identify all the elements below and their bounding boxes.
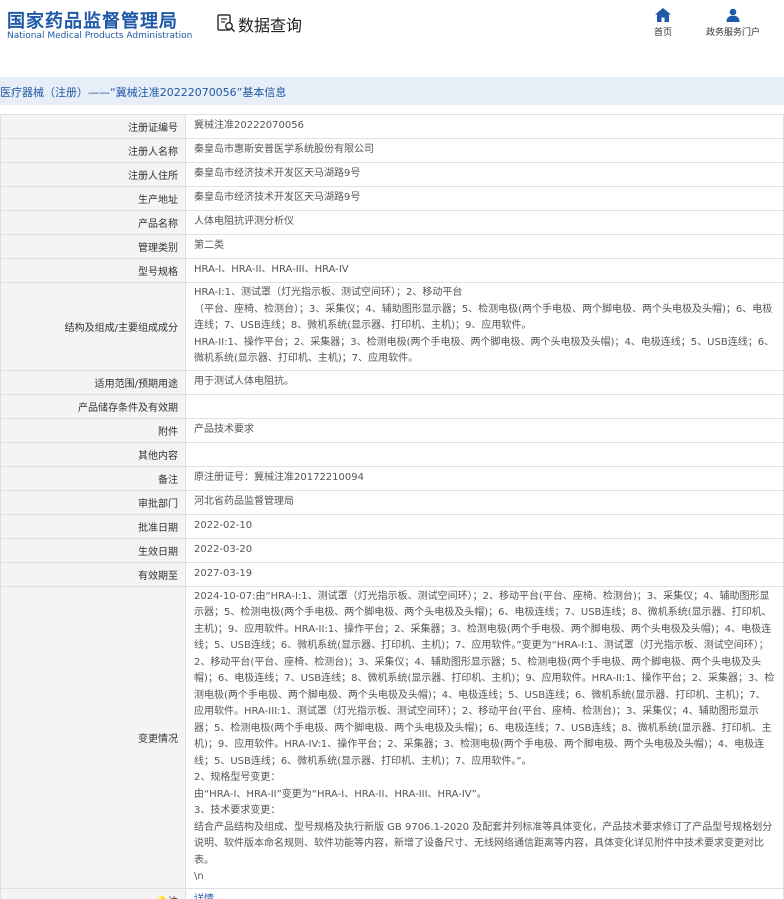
nav-gov-service[interactable]: 政务服务门户 bbox=[703, 8, 763, 38]
field-label: 产品名称 bbox=[0, 210, 186, 235]
field-value bbox=[185, 441, 784, 467]
field-label: 注册人名称 bbox=[0, 138, 186, 163]
field-value: 2027-03-19 bbox=[185, 561, 784, 587]
site-header: 国家药品监督管理局 National Medical Products Admi… bbox=[0, 0, 784, 62]
note-label-cell: 💡注 bbox=[0, 887, 186, 899]
field-label: 结构及组成/主要组成成分 bbox=[0, 282, 186, 371]
user-icon bbox=[726, 8, 740, 22]
field-label: 注册人住所 bbox=[0, 162, 186, 187]
field-value: 秦皇岛市经济技术开发区天马湖路9号 bbox=[185, 162, 784, 187]
field-label: 适用范围/预期用途 bbox=[0, 369, 186, 395]
detail-row: 批准日期 2022-02-10 bbox=[0, 513, 784, 539]
detail-row: 结构及组成/主要组成成分 HRA-I:1、测试罩（灯光指示板、测试空间环）；2、… bbox=[0, 282, 784, 371]
data-query-icon bbox=[217, 14, 236, 33]
detail-row: 产品名称 人体电阻抗评测分析仪 bbox=[0, 210, 784, 235]
nav-home-label: 首页 bbox=[653, 28, 672, 38]
field-label: 其他内容 bbox=[0, 441, 186, 467]
field-value: 原注册证号：冀械注准20172210094 bbox=[185, 465, 784, 491]
detail-row: 生产地址 秦皇岛市经济技术开发区天马湖路9号 bbox=[0, 186, 784, 211]
site-logo-title[interactable]: 国家药品监督管理局 bbox=[7, 7, 178, 33]
site-logo-subtitle: National Medical Products Administration bbox=[7, 31, 193, 41]
field-value: 2022-02-10 bbox=[185, 513, 784, 539]
field-value: 第二类 bbox=[185, 234, 784, 259]
detail-row: 生效日期 2022-03-20 bbox=[0, 537, 784, 563]
field-value: 河北省药品监督管理局 bbox=[185, 489, 784, 515]
detail-row: 产品储存条件及有效期 bbox=[0, 393, 784, 419]
field-label: 产品储存条件及有效期 bbox=[0, 393, 186, 419]
detail-row: 管理类别 第二类 bbox=[0, 234, 784, 259]
field-value: 秦皇岛市经济技术开发区天马湖路9号 bbox=[185, 186, 784, 211]
details-link[interactable]: 详情 bbox=[194, 894, 214, 899]
field-value: 2024-10-07:由“HRA-I:1、测试罩（灯光指示板、测试空间环）；2、… bbox=[185, 585, 784, 889]
field-label: 变更情况 bbox=[0, 585, 186, 889]
field-value: 2022-03-20 bbox=[185, 537, 784, 563]
detail-row: 附件 产品技术要求 bbox=[0, 417, 784, 443]
detail-row: 备注 原注册证号：冀械注准20172210094 bbox=[0, 465, 784, 491]
field-label: 生产地址 bbox=[0, 186, 186, 211]
field-label: 注册证编号 bbox=[0, 114, 186, 139]
field-value: 详情 bbox=[185, 887, 784, 899]
detail-row: 注册人名称 秦皇岛市惠斯安普医学系统股份有限公司 bbox=[0, 138, 784, 163]
field-label: 管理类别 bbox=[0, 234, 186, 259]
field-value: HRA-I、HRA-II、HRA-III、HRA-IV bbox=[185, 258, 784, 283]
detail-table: 注册证编号 冀械注准20222070056 注册人名称 秦皇岛市惠斯安普医学系统… bbox=[0, 114, 784, 899]
data-query-title: 数据查询 bbox=[238, 16, 303, 35]
detail-row: 💡注 详情 bbox=[0, 887, 784, 899]
field-value: 产品技术要求 bbox=[185, 417, 784, 443]
field-label: 附件 bbox=[0, 417, 186, 443]
field-label: 审批部门 bbox=[0, 489, 186, 515]
nav-gov-service-label: 政务服务门户 bbox=[705, 28, 760, 38]
detail-row: 有效期至 2027-03-19 bbox=[0, 561, 784, 587]
field-value: 用于测试人体电阻抗。 bbox=[185, 369, 784, 395]
field-value: 人体电阻抗评测分析仪 bbox=[185, 210, 784, 235]
field-label: 生效日期 bbox=[0, 537, 186, 563]
nav-home[interactable]: 首页 bbox=[633, 8, 693, 38]
field-value: 冀械注准20222070056 bbox=[185, 114, 784, 139]
detail-row: 其他内容 bbox=[0, 441, 784, 467]
detail-row: 适用范围/预期用途 用于测试人体电阻抗。 bbox=[0, 369, 784, 395]
detail-row: 注册人住所 秦皇岛市经济技术开发区天马湖路9号 bbox=[0, 162, 784, 187]
field-value: HRA-I:1、测试罩（灯光指示板、测试空间环）；2、移动平台 （平台、座椅、检… bbox=[185, 282, 784, 371]
breadcrumb-bar: 医疗器械（注册）——“冀械注准20222070056”基本信息 bbox=[0, 77, 784, 105]
field-label: 备注 bbox=[0, 465, 186, 491]
detail-row: 审批部门 河北省药品监督管理局 bbox=[0, 489, 784, 515]
field-label: 型号规格 bbox=[0, 258, 186, 283]
home-icon bbox=[655, 8, 671, 22]
field-value: 秦皇岛市惠斯安普医学系统股份有限公司 bbox=[185, 138, 784, 163]
detail-row: 型号规格 HRA-I、HRA-II、HRA-III、HRA-IV bbox=[0, 258, 784, 283]
breadcrumb: 医疗器械（注册）——“冀械注准20222070056”基本信息 bbox=[0, 86, 287, 99]
field-label: 批准日期 bbox=[0, 513, 186, 539]
field-label: 有效期至 bbox=[0, 561, 186, 587]
detail-row: 变更情况 2024-10-07:由“HRA-I:1、测试罩（灯光指示板、测试空间… bbox=[0, 585, 784, 889]
field-value bbox=[185, 393, 784, 419]
detail-row: 注册证编号 冀械注准20222070056 bbox=[0, 114, 784, 139]
